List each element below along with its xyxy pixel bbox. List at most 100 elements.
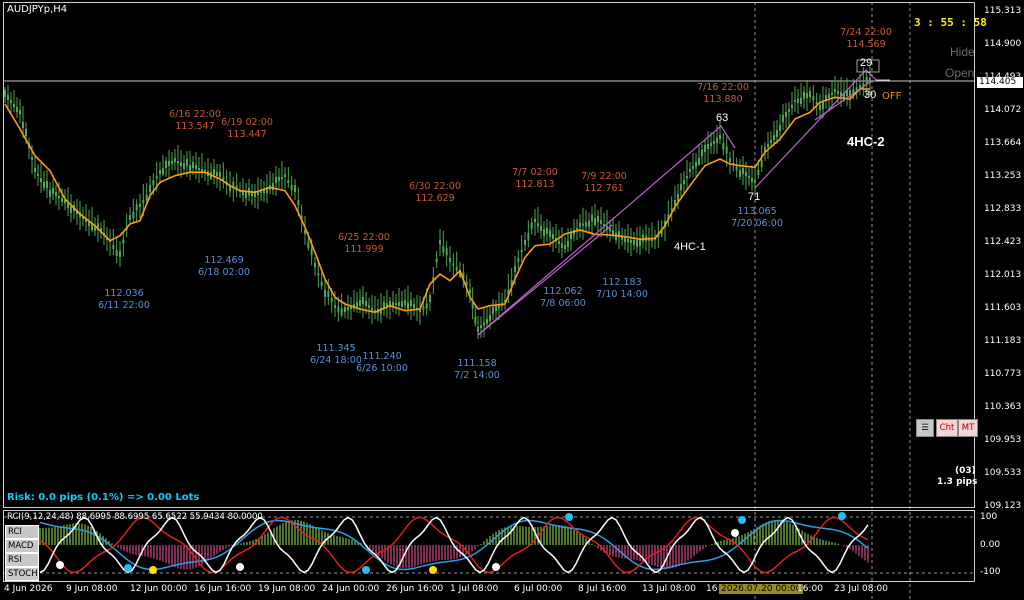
swing-high-label: 6/19 02:00 113.447 <box>221 117 273 140</box>
candle-body <box>10 100 12 103</box>
time-axis-label: 16 <box>706 584 718 594</box>
candle-body <box>70 206 72 213</box>
candle-body <box>692 166 694 169</box>
indicator-title: RCI(9,12,24,48) 88.6995 88.6995 65.6522 … <box>7 512 263 522</box>
candle-body <box>474 316 477 324</box>
candle-body <box>773 135 775 140</box>
mt-button[interactable]: MT <box>958 419 978 437</box>
candle-body <box>739 170 741 177</box>
candle-body <box>245 192 247 198</box>
candle-body <box>112 245 115 249</box>
tab-rci[interactable]: RCI <box>5 525 39 539</box>
candle-body <box>630 240 632 243</box>
candle-body <box>757 170 760 175</box>
candle-body <box>40 178 42 182</box>
cht-button[interactable]: Cht <box>936 419 958 437</box>
tab-rsi[interactable]: RSI <box>5 553 39 567</box>
time-axis-label: 26 Jun 16:00 <box>386 584 444 594</box>
candle-body <box>797 99 799 103</box>
tab-macd[interactable]: MACD <box>5 539 39 553</box>
candle-body <box>55 192 57 196</box>
candle-body <box>489 315 491 321</box>
candle-body <box>564 245 566 249</box>
swing-high-label: 7/16 22:00 113.880 <box>697 82 749 105</box>
candle-body <box>567 241 569 247</box>
candle-body <box>189 165 191 172</box>
price-axis-label: 110.363 <box>984 402 1022 412</box>
hide-button[interactable]: Hide <box>950 45 975 59</box>
swing-low-label: 111.158 7/2 14:00 <box>454 358 500 381</box>
candle-body <box>320 281 323 286</box>
swing-low-label: 113.065 7/20 06:00 <box>731 206 783 229</box>
candle-body <box>310 248 313 256</box>
swing-high-label: 6/16 22:00 113.547 <box>169 109 221 132</box>
candle-body <box>392 302 394 306</box>
indicator-marker <box>362 566 370 574</box>
candle-body <box>186 159 188 166</box>
candle-body <box>524 240 526 245</box>
candle-body <box>725 146 728 154</box>
candle-body <box>855 87 858 91</box>
indicator-axis-100: 100 <box>980 512 998 522</box>
candle-body <box>704 145 706 152</box>
off-toggle[interactable]: OFF <box>882 91 901 102</box>
list-icon[interactable]: ☰ <box>916 419 934 437</box>
candle-body <box>25 129 27 136</box>
candle-body <box>686 176 688 178</box>
candle-body <box>624 237 626 242</box>
time-axis-label: 4 Jun 2026 <box>4 584 53 594</box>
price-axis-label: 112.423 <box>984 237 1022 247</box>
candle-body <box>275 177 277 183</box>
candle-body <box>119 251 121 257</box>
indicator-marker <box>236 563 244 571</box>
candle-body <box>776 130 778 137</box>
hc2-label: 4HC-2 <box>847 134 885 149</box>
candle-body <box>806 93 808 98</box>
time-axis-label: 6 Jul 00:00 <box>514 584 563 594</box>
candle-body <box>540 226 542 231</box>
candle-body <box>809 91 811 97</box>
trend-line-lower <box>477 224 613 336</box>
candle-body <box>517 258 520 262</box>
candle-body <box>413 304 415 308</box>
candle-body <box>543 229 545 236</box>
candle-body <box>435 259 438 262</box>
candle-body <box>317 273 320 276</box>
candle-body <box>347 307 349 310</box>
candle-body <box>600 220 602 224</box>
candle-body <box>609 228 611 231</box>
candle-body <box>828 94 830 98</box>
candle-body <box>483 322 485 326</box>
candle-body <box>698 158 700 165</box>
candle-body <box>180 162 182 166</box>
tab-stoch[interactable]: STOCH <box>5 567 39 581</box>
candle-body <box>822 102 824 109</box>
candle-body <box>340 308 343 316</box>
open-button[interactable]: Open <box>945 66 974 80</box>
candle-body <box>710 143 712 146</box>
candle-body <box>680 184 682 190</box>
price-axis-label: 111.603 <box>984 303 1022 313</box>
indicator-marker <box>149 566 157 574</box>
wave-label-71: 71 <box>748 191 761 203</box>
candle-body <box>129 215 131 220</box>
candle-body <box>287 180 290 183</box>
swing-low-label: 111.240 6/26 10:00 <box>356 351 408 374</box>
candle-body <box>152 180 155 186</box>
candle-body <box>168 161 170 166</box>
candle-body <box>216 172 218 176</box>
candle-body <box>480 325 482 329</box>
candle-body <box>779 125 781 131</box>
spread-count: (03) <box>955 466 976 476</box>
candle-body <box>314 263 316 267</box>
candle-body <box>537 223 539 226</box>
candle-body <box>449 258 451 262</box>
candle-body <box>278 177 280 181</box>
candle-body <box>639 240 641 246</box>
candle-body <box>61 198 63 202</box>
candle-body <box>582 223 584 226</box>
candle-body <box>16 107 18 112</box>
candle-body <box>122 239 125 244</box>
candle-body <box>527 233 530 241</box>
candle-body <box>52 188 54 194</box>
